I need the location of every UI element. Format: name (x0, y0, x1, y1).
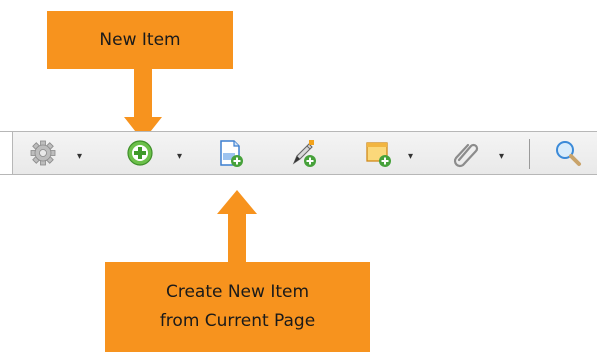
add-circle-icon (127, 140, 153, 166)
toolbar-separator (529, 139, 530, 169)
toolbar-edge (0, 132, 13, 174)
create-from-page-arrow-shaft (228, 212, 246, 264)
toolbar: ▾ ▾ ▾ ▾ (0, 131, 597, 175)
attach-button[interactable]: ▾ (446, 132, 516, 174)
paperclip-icon (453, 143, 479, 168)
new-item-arrow-shaft (134, 69, 152, 119)
note-add-icon (366, 142, 391, 167)
note-dropdown-icon[interactable]: ▾ (408, 152, 413, 162)
new-item-callout: New Item (47, 11, 233, 69)
new-item-from-page-button[interactable] (210, 132, 260, 174)
settings-dropdown-icon[interactable]: ▾ (77, 152, 82, 162)
create-from-page-callout: Create New Item from Current Page (105, 262, 370, 352)
create-from-page-callout-line1: Create New Item (165, 282, 310, 302)
note-button[interactable]: ▾ (358, 132, 428, 174)
new-item-dropdown-icon[interactable]: ▾ (177, 152, 182, 162)
new-page-icon (220, 140, 243, 167)
search-icon (556, 141, 581, 166)
attach-dropdown-icon[interactable]: ▾ (499, 152, 504, 162)
gear-icon (30, 140, 56, 166)
create-from-page-arrow-head (217, 190, 257, 214)
new-item-button[interactable]: ▾ (120, 132, 190, 174)
create-from-page-callout-line2: from Current Page (159, 311, 316, 331)
search-button[interactable] (546, 132, 597, 174)
pen-add-icon (292, 140, 316, 167)
annotate-button[interactable] (283, 132, 333, 174)
settings-button[interactable]: ▾ (20, 132, 90, 174)
new-item-callout-label: New Item (99, 29, 181, 50)
